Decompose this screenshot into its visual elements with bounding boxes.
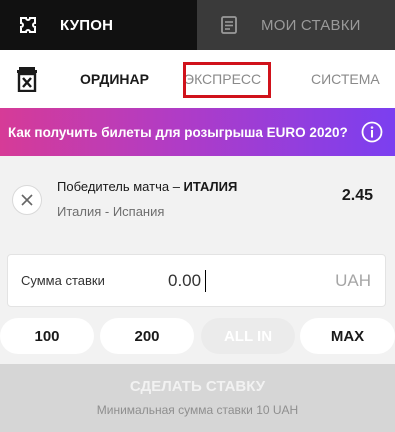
min-stake-hint: Минимальная сумма ставки 10 UAH	[96, 403, 299, 417]
place-bet-button[interactable]: СДЕЛАТЬ СТАВКУ Минимальная сумма ставки …	[0, 364, 395, 432]
tab-coupon-label: КУПОН	[60, 16, 114, 34]
bet-item: Победитель матча – ИТАЛИЯ Италия - Испан…	[0, 156, 395, 234]
delete-all-icon[interactable]	[15, 66, 39, 93]
promo-banner-text: Как получить билеты для розыгрыша EURO 2…	[8, 124, 348, 140]
text-caret	[205, 270, 206, 292]
info-icon[interactable]	[361, 121, 383, 143]
bet-odds: 2.45	[341, 187, 373, 204]
stake-currency: UAH	[335, 271, 371, 290]
bet-match: Италия - Испания	[57, 204, 165, 219]
tab-my-bets[interactable]: МОИ СТАВКИ	[197, 0, 395, 50]
quick-amount-200-button[interactable]: 200	[100, 318, 194, 354]
stake-field[interactable]: Сумма ставки UAH	[7, 254, 386, 307]
top-tabs: КУПОН МОИ СТАВКИ	[0, 0, 395, 50]
promo-banner[interactable]: Как получить билеты для розыгрыша EURO 2…	[0, 108, 395, 156]
tab-system[interactable]: СИСТЕМА	[311, 50, 380, 108]
close-icon	[21, 194, 33, 206]
quick-amount-100-button[interactable]: 100	[0, 318, 94, 354]
bet-market-prefix: Победитель матча –	[57, 179, 184, 194]
stake-input[interactable]	[168, 268, 238, 294]
max-button[interactable]: MAX	[300, 318, 395, 354]
place-bet-label: СДЕЛАТЬ СТАВКУ	[129, 378, 266, 395]
tab-express[interactable]: ЭКСПРЕСС	[184, 50, 261, 108]
list-icon	[219, 15, 239, 35]
tab-my-bets-label: МОИ СТАВКИ	[261, 16, 361, 34]
bet-type-bar: ОРДИНАР ЭКСПРЕСС СИСТЕМА	[0, 50, 395, 108]
bet-market: Победитель матча – ИТАЛИЯ	[57, 179, 237, 194]
tab-single[interactable]: ОРДИНАР	[80, 50, 149, 108]
all-in-button[interactable]: ALL IN	[201, 318, 295, 354]
tab-coupon[interactable]: КУПОН	[0, 0, 197, 50]
stake-label: Сумма ставки	[21, 273, 105, 288]
remove-bet-button[interactable]	[12, 185, 42, 215]
ticket-icon	[18, 15, 38, 35]
bet-selection: ИТАЛИЯ	[183, 179, 238, 194]
